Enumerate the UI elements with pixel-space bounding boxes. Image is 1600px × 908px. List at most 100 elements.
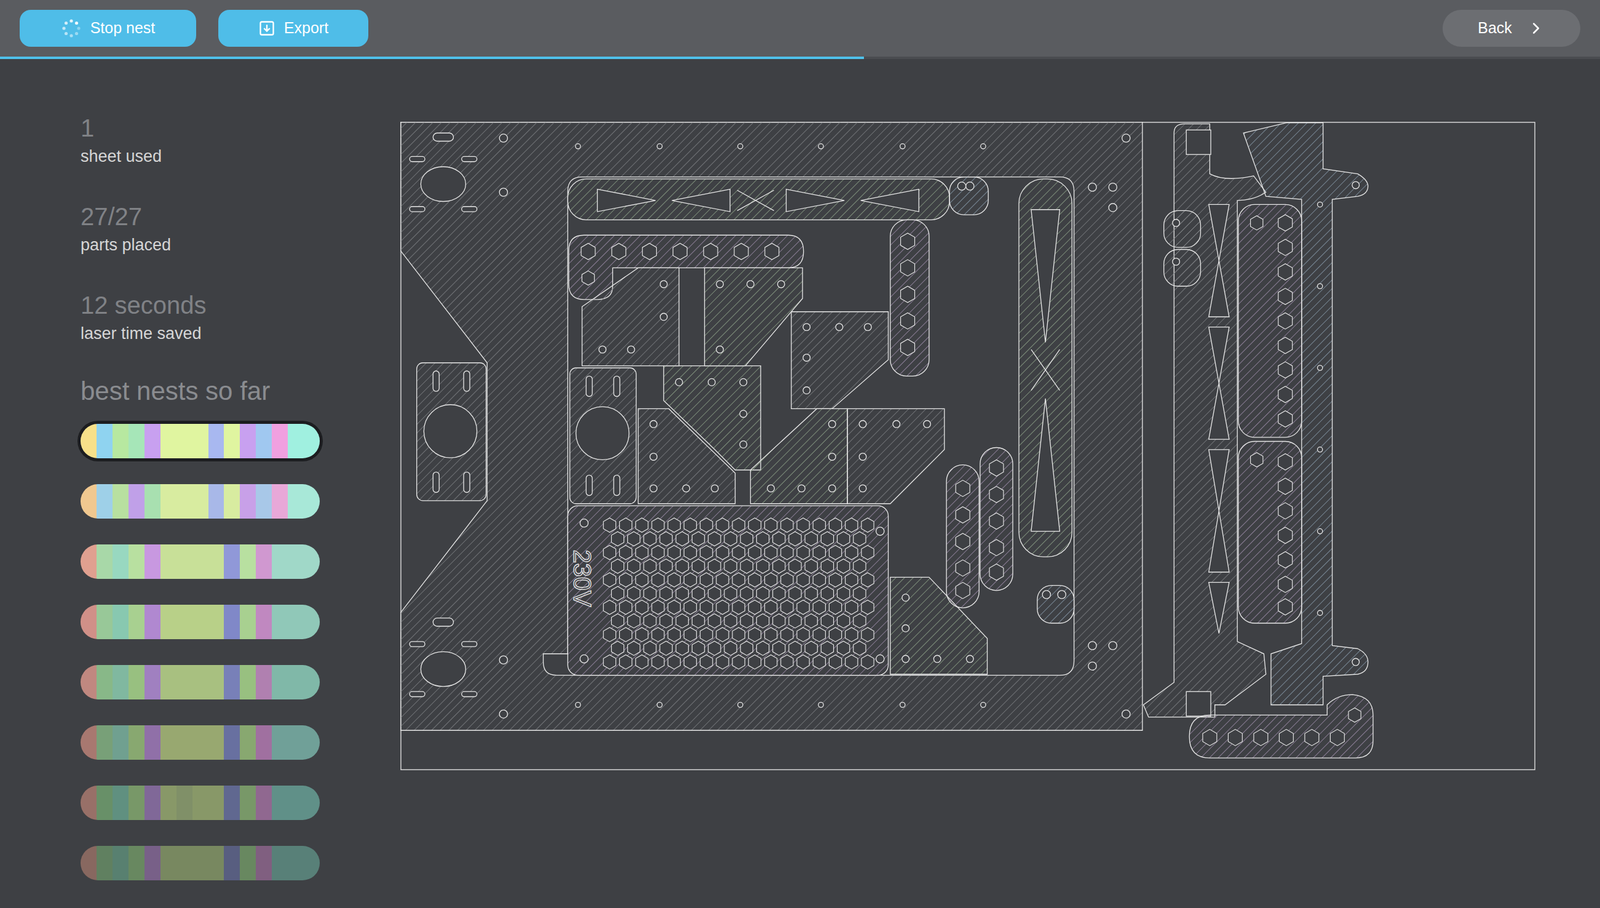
progress-track: [0, 56, 1600, 60]
nest-stripe: [223, 483, 240, 519]
hex-bar-part[interactable]: [946, 464, 979, 608]
nest-item[interactable]: [80, 604, 320, 639]
nest-stripe: [287, 664, 304, 700]
app: Stop nestExportBack1sheet used27/27parts…: [0, 0, 1600, 908]
bracket-part[interactable]: [847, 408, 945, 503]
nest-item[interactable]: [80, 724, 320, 760]
x-strut[interactable]: [567, 178, 950, 220]
nest-stripe: [208, 724, 225, 760]
nest-stripe: [303, 845, 320, 880]
stat-value: 27/27: [80, 204, 401, 229]
nest-stripe: [96, 483, 113, 519]
nest-stripe: [271, 423, 288, 459]
nest-stripe: [255, 785, 272, 820]
nest-stripe: [112, 423, 129, 459]
nest-stripe: [80, 845, 97, 880]
vertical-strut[interactable]: [1018, 178, 1072, 557]
nest-canvas: 230V: [400, 59, 1600, 908]
hex-bar-part[interactable]: [980, 447, 1013, 590]
nest-stripe: [192, 845, 209, 880]
nest-stripe: [96, 724, 113, 760]
hex-bar-part[interactable]: [1238, 441, 1302, 623]
nest-item[interactable]: [80, 483, 320, 519]
hex-grid-plate[interactable]: 230V: [567, 505, 888, 676]
hex-bar-part[interactable]: [1238, 204, 1302, 437]
nest-stripe: [144, 483, 161, 519]
small-part[interactable]: [1164, 210, 1201, 248]
nest-stripe: [271, 785, 288, 820]
nest-stripe: [96, 604, 113, 639]
stat-value: 12 seconds: [80, 292, 401, 318]
nest-stripe: [223, 785, 240, 820]
nest-stripe: [239, 423, 256, 459]
stop-nest-label: Stop nest: [90, 16, 156, 40]
bracket-part[interactable]: [791, 311, 889, 409]
nest-stripe: [128, 664, 145, 700]
nest-stripe: [80, 483, 97, 519]
sheet: [400, 122, 1535, 770]
nest-item[interactable]: [80, 845, 320, 880]
motor-plate[interactable]: [570, 367, 637, 504]
frame-part[interactable]: [400, 121, 1143, 730]
nest-stripe: [271, 604, 288, 639]
bracket-part[interactable]: [582, 267, 680, 366]
small-part[interactable]: [949, 177, 989, 215]
stat: 12 secondslaser time saved: [80, 292, 401, 345]
nest-stripe: [303, 423, 320, 459]
hex-bar-part[interactable]: [1189, 694, 1374, 758]
nest-stripe: [160, 724, 177, 760]
nest-stripe: [255, 664, 272, 700]
nest-stripe: [287, 785, 304, 820]
nest-stripe: [303, 664, 320, 700]
toolbar: Stop nest Export Back: [0, 0, 1600, 57]
nest-item[interactable]: [80, 664, 320, 700]
back-label: Back: [1477, 16, 1513, 40]
small-part[interactable]: [1164, 249, 1201, 286]
nest-stripe: [160, 423, 177, 459]
nest-stripe: [271, 544, 288, 579]
nest-stripe: [287, 845, 304, 880]
small-part[interactable]: [1037, 585, 1075, 623]
nest-stripe: [144, 724, 161, 760]
hex-bar-part[interactable]: [890, 219, 930, 376]
nest-stripe: [160, 785, 177, 820]
nest-item[interactable]: [80, 785, 320, 820]
bracket-part[interactable]: [704, 267, 803, 366]
engraving-text: 230V: [568, 549, 596, 607]
nest-stripe: [208, 604, 225, 639]
export-button[interactable]: Export: [218, 9, 369, 47]
spinner-icon: [60, 17, 82, 39]
nest-stripe: [112, 724, 129, 760]
nest-stripe: [80, 724, 97, 760]
nest-stripe: [239, 604, 256, 639]
nest-view[interactable]: 230V: [400, 121, 1536, 770]
nest-stripe: [192, 664, 209, 700]
stop-nest-button[interactable]: Stop nest: [19, 9, 197, 47]
nest-stripe: [176, 544, 193, 579]
nest-stripe: [255, 423, 272, 459]
back-button[interactable]: Back: [1442, 9, 1581, 47]
nest-stripe: [144, 664, 161, 700]
nest-stripe: [223, 664, 240, 700]
bracket-part[interactable]: [638, 408, 736, 503]
nest-stripe: [80, 423, 97, 459]
motor-plate[interactable]: [416, 362, 487, 501]
bracket-part[interactable]: [750, 408, 848, 503]
nest-stripe: [287, 724, 304, 760]
nest-item[interactable]: [80, 423, 320, 459]
nest-item[interactable]: [80, 544, 320, 579]
nest-stripe: [112, 845, 129, 880]
nest-stripe: [271, 664, 288, 700]
stat: 1sheet used: [80, 115, 401, 168]
nest-stripe: [192, 785, 209, 820]
nest-stripe: [208, 483, 225, 519]
nest-stripe: [176, 604, 193, 639]
nest-stripe: [128, 423, 145, 459]
nest-stripe: [255, 724, 272, 760]
nest-stripe: [80, 604, 97, 639]
chevron-right-icon: [1526, 19, 1546, 38]
nest-stripe: [287, 423, 304, 459]
nest-stripe: [160, 845, 177, 880]
nest-stripe: [144, 604, 161, 639]
nest-stripe: [223, 724, 240, 760]
